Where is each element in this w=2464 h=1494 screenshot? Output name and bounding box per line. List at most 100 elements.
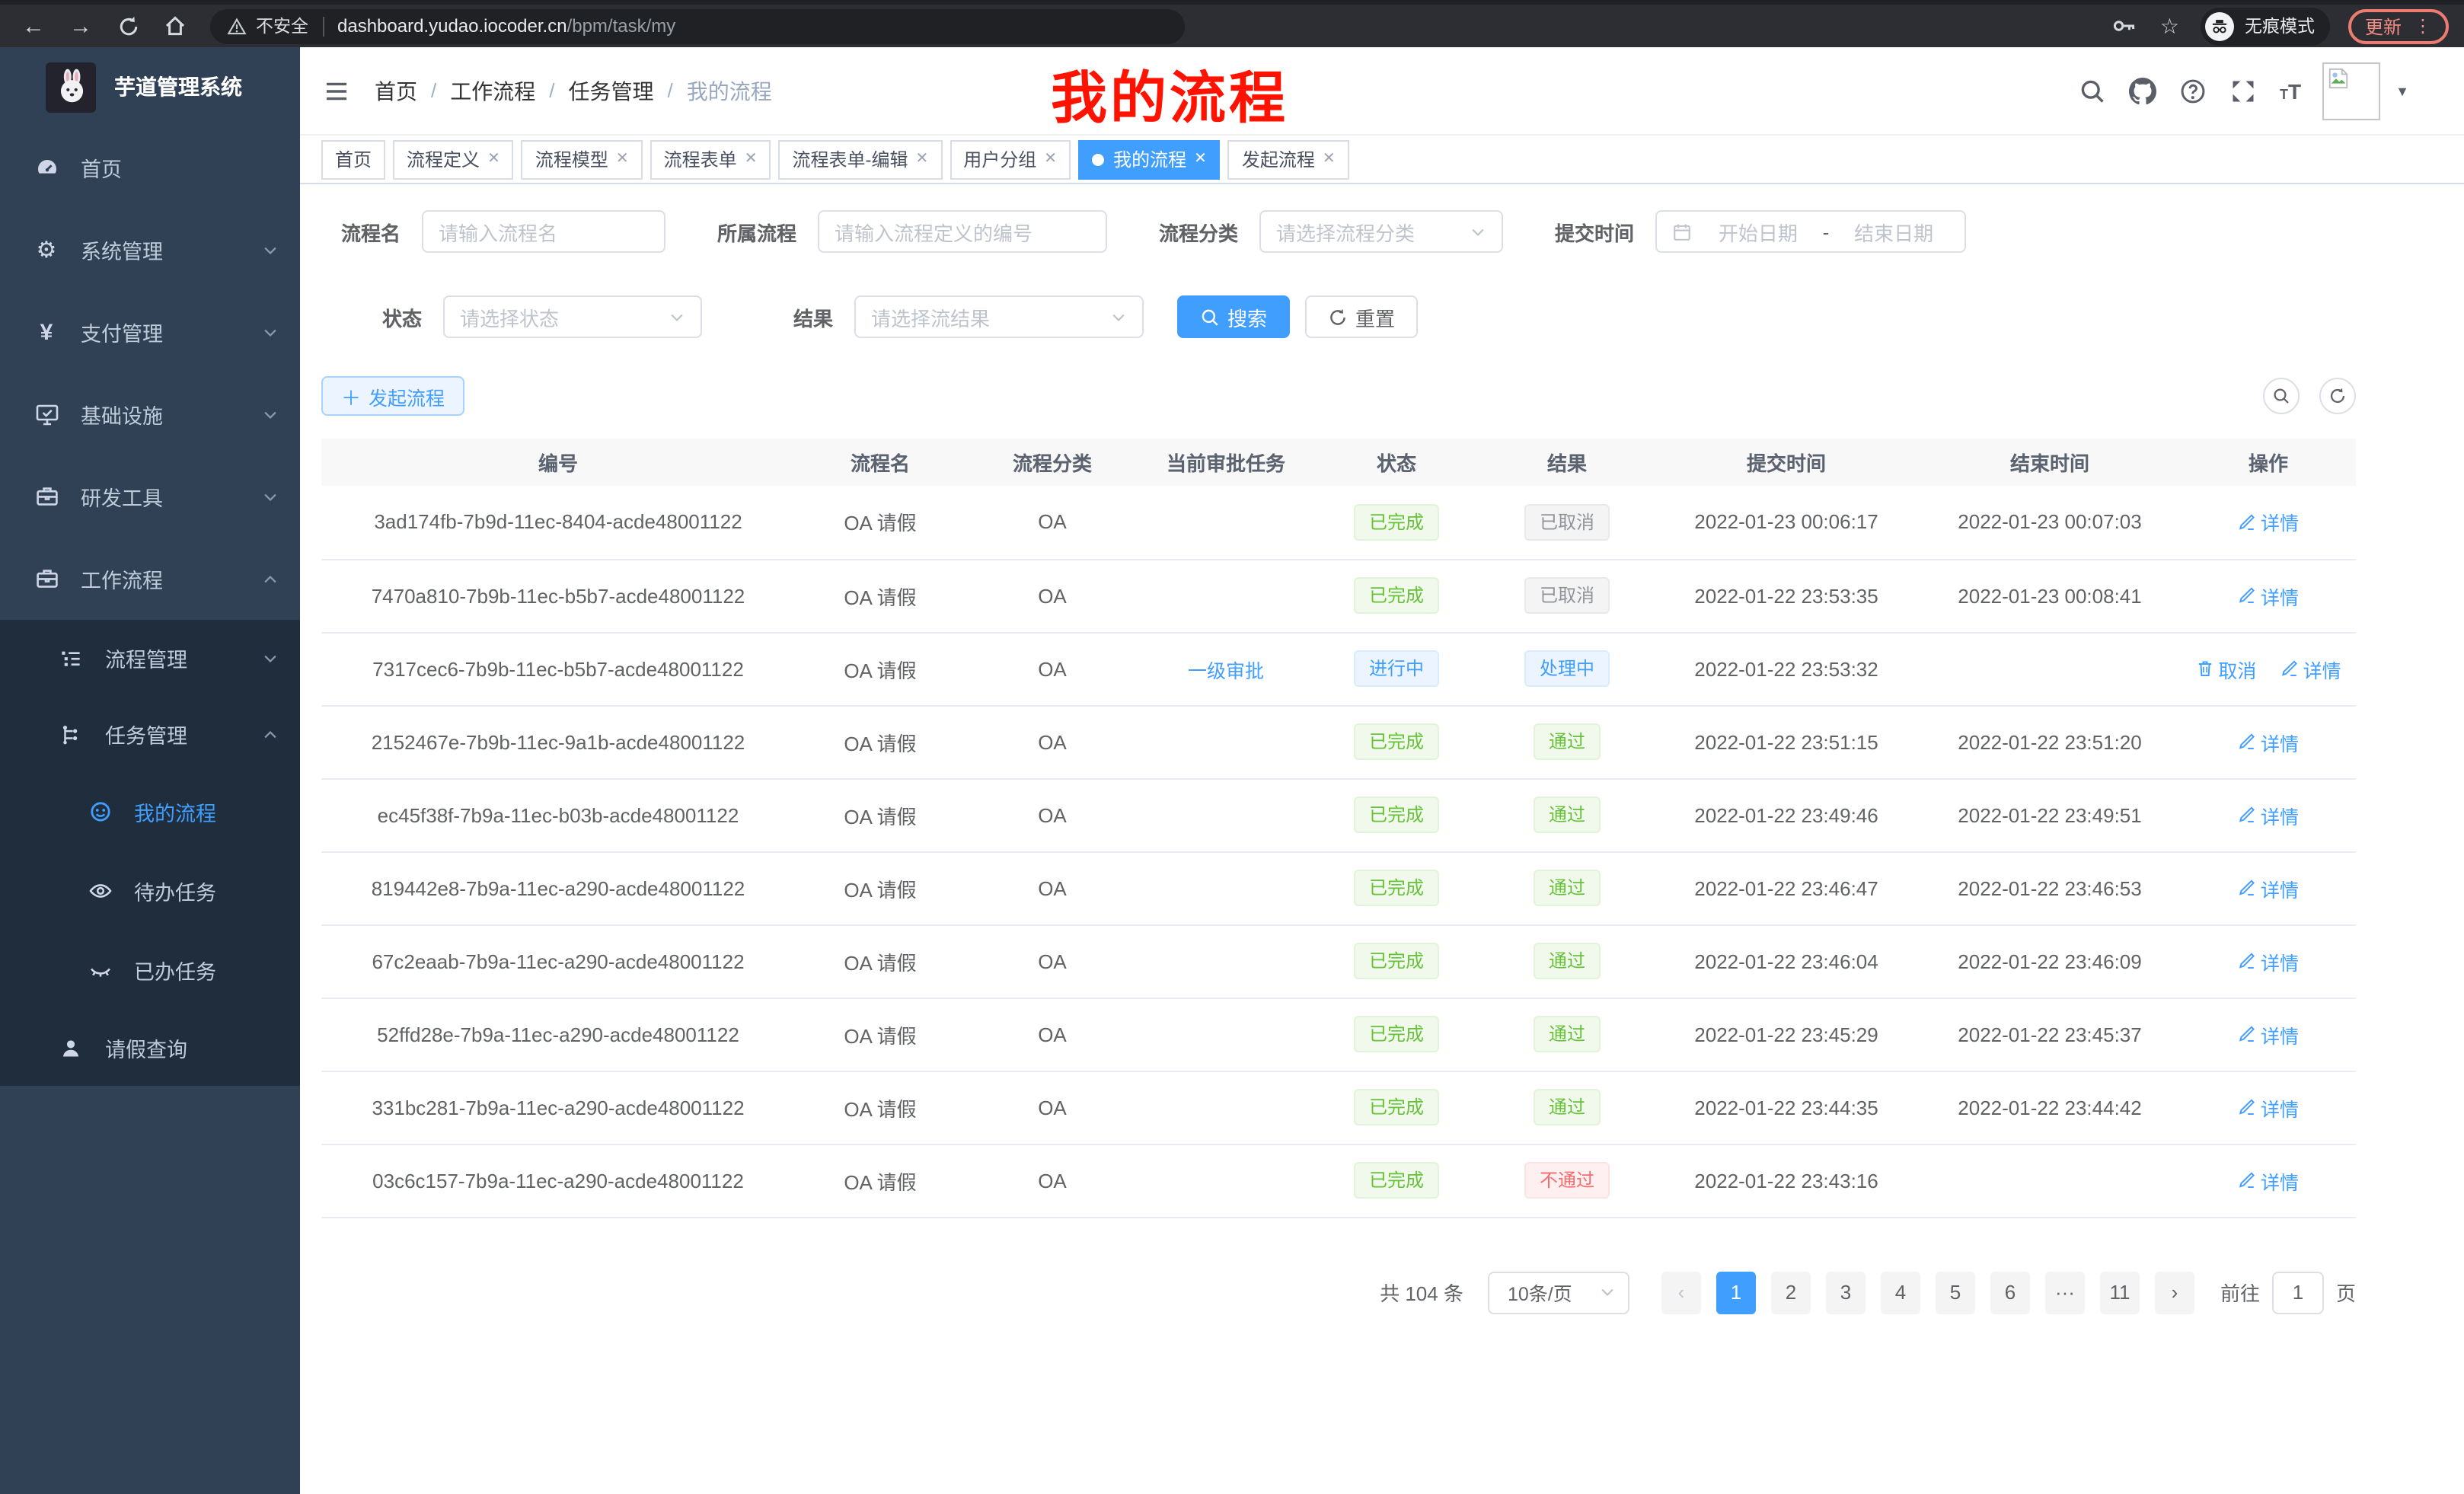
security-label: 不安全 <box>256 14 308 38</box>
col-end-time: 结束时间 <box>1919 439 2181 486</box>
cell-end-time: 2022-01-22 23:45:37 <box>1919 998 2181 1071</box>
sidebar-item-task-mgmt[interactable]: 任务管理 <box>0 696 300 772</box>
browser-menu-icon[interactable]: ⋮ <box>2414 17 2432 35</box>
page-button[interactable]: 6 <box>1990 1271 2030 1314</box>
page-size-select[interactable]: 10条/页 <box>1488 1271 1629 1314</box>
detail-button[interactable]: 详情 <box>2238 1020 2299 1049</box>
sidebar-item-home[interactable]: 首页 <box>0 126 300 209</box>
tab-process-form[interactable]: 流程表单✕ <box>650 139 771 179</box>
sidebar-item-process-mgmt[interactable]: 流程管理 <box>0 620 300 696</box>
status-label: 状态 <box>321 302 422 331</box>
sidebar-item-payment[interactable]: ¥ 支付管理 <box>0 291 300 373</box>
page-button[interactable]: 2 <box>1771 1271 1811 1314</box>
detail-button[interactable]: 详情 <box>2238 1093 2299 1122</box>
table-header-row: 编号 流程名 流程分类 当前审批任务 状态 结果 提交时间 结束时间 操作 <box>321 439 2356 486</box>
page-button[interactable]: ··· <box>2045 1271 2085 1314</box>
page-button[interactable]: 4 <box>1881 1271 1920 1314</box>
password-key-icon[interactable] <box>2113 14 2137 38</box>
github-icon[interactable] <box>2129 77 2156 104</box>
browser-reload-icon[interactable] <box>114 12 142 40</box>
reset-button[interactable]: 重置 <box>1305 295 1418 338</box>
tab-user-group[interactable]: 用户分组✕ <box>950 139 1071 179</box>
close-icon[interactable]: ✕ <box>1044 151 1057 168</box>
detail-button[interactable]: 详情 <box>2238 727 2299 756</box>
cancel-button[interactable]: 取消 <box>2195 654 2256 683</box>
page-button[interactable]: 3 <box>1826 1271 1866 1314</box>
detail-button[interactable]: 详情 <box>2238 508 2299 537</box>
tab-process-model[interactable]: 流程模型✕ <box>522 139 643 179</box>
detail-button[interactable]: 详情 <box>2238 873 2299 902</box>
start-process-button[interactable]: ＋ 发起流程 <box>321 376 464 416</box>
address-bar[interactable]: 不安全 dashboard.yudao.iocoder.cn /bpm/task… <box>210 8 1185 43</box>
sidebar-item-leave-query[interactable]: 请假查询 <box>0 1010 300 1086</box>
tab-process-form-edit[interactable]: 流程表单-编辑✕ <box>778 139 942 179</box>
close-icon[interactable]: ✕ <box>915 151 928 168</box>
app-logo-row[interactable]: 芋道管理系统 <box>0 47 300 126</box>
process-definition-input[interactable]: 请输入流程定义的编号 <box>818 210 1107 253</box>
detail-button[interactable]: 详情 <box>2238 1166 2299 1195</box>
avatar-caret-icon[interactable]: ▼ <box>2395 83 2409 98</box>
avatar[interactable] <box>2322 62 2380 120</box>
process-name-input[interactable]: 请输入流程名 <box>422 210 665 253</box>
cell-actions: 取消 详情 <box>2181 1071 2356 1144</box>
breadcrumb-workflow[interactable]: 工作流程 <box>450 75 535 106</box>
cell-name: OA 请假 <box>795 632 965 705</box>
sidebar-item-infra[interactable]: 基础设施 <box>0 373 300 455</box>
url-divider <box>322 16 324 36</box>
detail-button[interactable]: 详情 <box>2238 800 2299 829</box>
close-icon[interactable]: ✕ <box>745 151 758 168</box>
result-select[interactable]: 请选择流结果 <box>854 295 1144 338</box>
tab-start-process[interactable]: 发起流程✕ <box>1228 139 1349 179</box>
pen-icon <box>2238 586 2256 605</box>
submit-time-range-picker[interactable]: 开始日期 - 结束日期 <box>1655 210 1966 253</box>
refresh-table-button[interactable] <box>2319 378 2356 414</box>
main-content: 流程名 请输入流程名 所属流程 请输入流程定义的编号 流程分类 请选择流程分类 … <box>300 186 2464 1494</box>
next-page-button[interactable]: › <box>2155 1271 2194 1314</box>
detail-button[interactable]: 详情 <box>2238 947 2299 975</box>
detail-button[interactable]: 详情 <box>2280 654 2341 683</box>
close-icon[interactable]: ✕ <box>1323 151 1336 168</box>
status-badge: 已完成 <box>1354 1016 1439 1052</box>
cell-id: 2152467e-7b9b-11ec-9a1b-acde48001122 <box>321 705 795 778</box>
bookmark-star-icon[interactable]: ☆ <box>2160 13 2179 39</box>
toggle-search-button[interactable] <box>2263 378 2300 414</box>
sidebar-item-system[interactable]: ⚙ 系统管理 <box>0 209 300 291</box>
search-button[interactable]: 搜索 <box>1177 295 1290 338</box>
sidebar-item-todo-task[interactable]: 待办任务 <box>0 851 300 931</box>
font-size-icon[interactable]: TT <box>2280 80 2301 101</box>
prev-page-button[interactable]: ‹ <box>1661 1271 1701 1314</box>
breadcrumb-home[interactable]: 首页 <box>375 75 417 106</box>
page-button[interactable]: 1 <box>1716 1271 1756 1314</box>
status-select[interactable]: 请选择状态 <box>443 295 702 338</box>
cell-category: OA <box>965 632 1139 705</box>
page-button[interactable]: 11 <box>2100 1271 2140 1314</box>
browser-home-icon[interactable] <box>161 12 189 40</box>
goto-page-input[interactable] <box>2272 1271 2324 1314</box>
close-icon[interactable]: ✕ <box>616 151 629 168</box>
tab-process-definition[interactable]: 流程定义✕ <box>393 139 514 179</box>
help-icon[interactable] <box>2179 77 2207 104</box>
close-icon[interactable]: ✕ <box>487 151 500 168</box>
breadcrumb-task-mgmt[interactable]: 任务管理 <box>569 75 654 106</box>
tab-home[interactable]: 首页 <box>321 139 385 179</box>
sidebar-item-done-task[interactable]: 已办任务 <box>0 931 300 1010</box>
close-icon[interactable]: ✕ <box>1194 151 1207 168</box>
task-link[interactable]: 一级审批 <box>1188 654 1264 683</box>
browser-back-icon[interactable]: ← <box>20 12 47 40</box>
hamburger-icon[interactable] <box>323 78 350 103</box>
fullscreen-icon[interactable] <box>2229 77 2257 104</box>
cell-id: 331bc281-7b9a-11ec-a290-acde48001122 <box>321 1071 795 1144</box>
sidebar-item-workflow[interactable]: 工作流程 <box>0 538 300 620</box>
sidebar-item-my-process[interactable]: 我的流程 <box>0 772 300 851</box>
cell-submit-time: 2022-01-22 23:43:16 <box>1654 1144 1919 1217</box>
detail-button[interactable]: 详情 <box>2238 581 2299 610</box>
search-icon[interactable] <box>2079 77 2106 104</box>
filter-row-2: 状态 请选择状态 结果 请选择流结果 搜索 重置 <box>321 295 2356 338</box>
browser-update-button[interactable]: 更新 ⋮ <box>2348 8 2449 43</box>
sidebar-item-devtools[interactable]: 研发工具 <box>0 455 300 538</box>
tab-my-process[interactable]: 我的流程✕ <box>1078 139 1221 179</box>
browser-forward-icon[interactable]: → <box>67 12 94 40</box>
process-category-select[interactable]: 请选择流程分类 <box>1259 210 1503 253</box>
page-button[interactable]: 5 <box>1936 1271 1975 1314</box>
list-icon <box>58 645 84 671</box>
